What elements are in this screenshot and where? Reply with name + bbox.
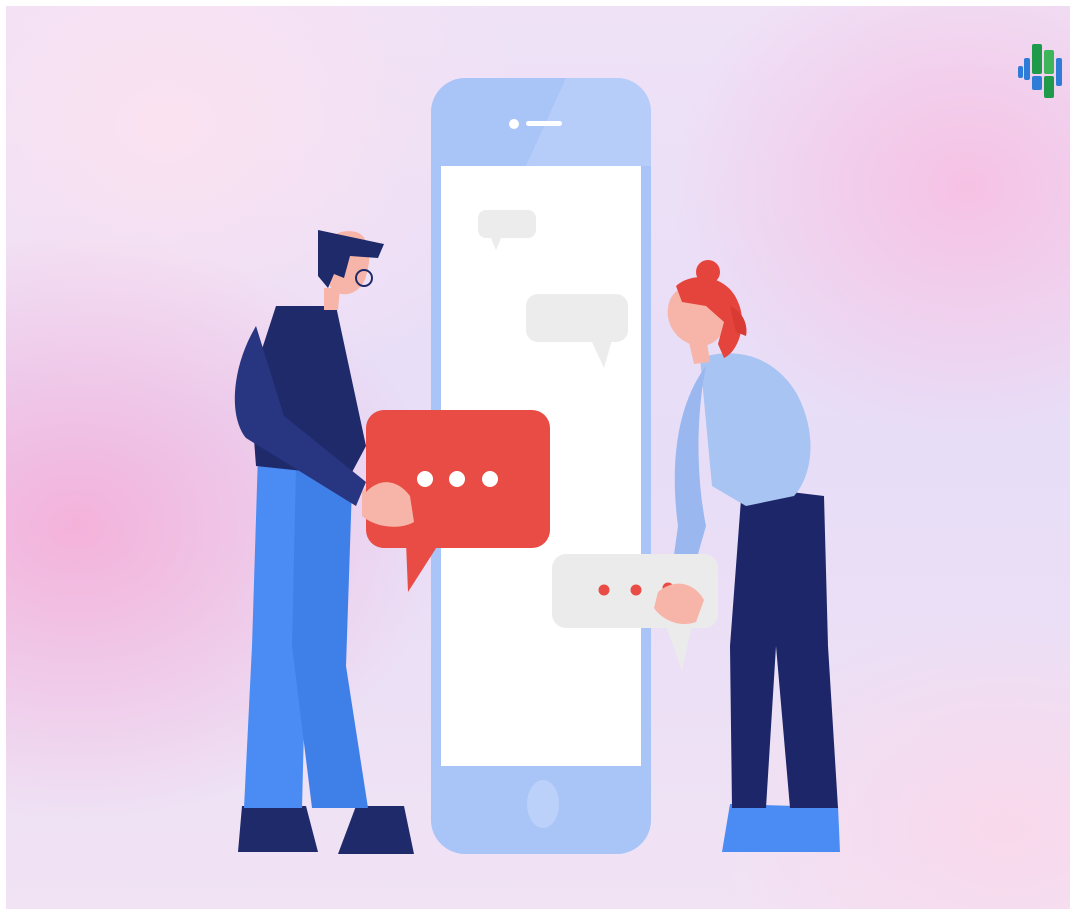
brand-logo-icon [1018,44,1062,98]
image-frame [0,0,1076,915]
chat-illustration [234,44,1062,854]
phone-camera-icon [509,119,519,129]
illustration-scene [6,6,1070,909]
phone-speaker-icon [526,121,562,126]
phone-home-button-icon [527,780,559,828]
